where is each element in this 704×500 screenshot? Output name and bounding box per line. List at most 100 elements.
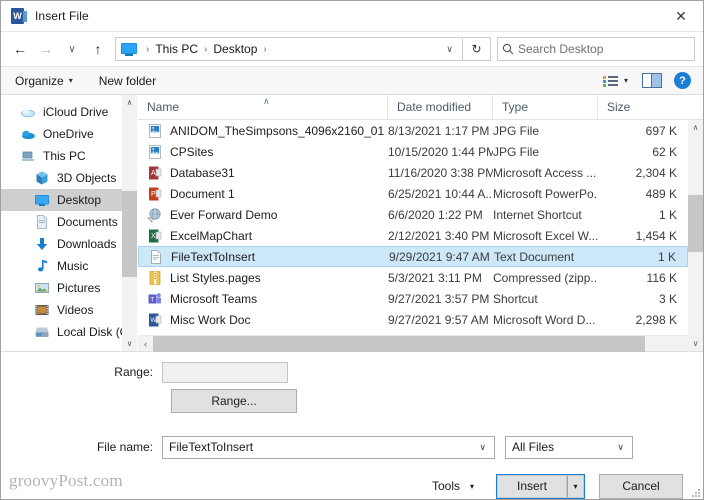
file-date-cell: 5/3/2021 3:11 PM [388, 271, 493, 285]
organize-button[interactable]: Organize ▾ [15, 67, 81, 94]
file-size-cell: 3 K [598, 292, 688, 306]
column-label: Type [502, 100, 528, 114]
file-name-cell: P Document 1 [138, 186, 388, 202]
chevron-down-icon: ▾ [69, 76, 73, 85]
sidebar-item-onedrive[interactable]: OneDrive [1, 123, 137, 145]
powerpoint-file-icon: P [147, 186, 163, 202]
filename-row: File name: FileTextToInsert ∨ All Files … [1, 435, 703, 459]
preview-pane-icon[interactable] [642, 73, 662, 88]
view-options-icon[interactable] [601, 73, 619, 89]
address-bar[interactable]: › This PC › Desktop › ∨ [115, 37, 463, 61]
chevron-down-icon[interactable]: ∨ [471, 442, 494, 453]
column-header-date-modified[interactable]: Date modified [388, 95, 493, 119]
3d-objects-icon [34, 170, 50, 186]
navigation-bar: ← → ∨ ↑ › This PC › Desktop › ∨ ↻ Search… [1, 32, 703, 66]
file-date-cell: 6/25/2021 10:44 A... [388, 187, 493, 201]
sidebar-scrollbar[interactable]: ∧ ∨ [122, 95, 137, 351]
recent-locations-button[interactable]: ∨ [59, 36, 85, 62]
filename-label: File name: [1, 440, 162, 454]
sidebar-item-local-disk-c[interactable]: Local Disk (C:) [1, 321, 137, 343]
range-input[interactable] [162, 362, 288, 383]
search-input[interactable]: Search Desktop [518, 42, 603, 56]
file-name-cell: Ever Forward Demo [138, 207, 388, 223]
scroll-up-icon[interactable]: ∧ [688, 120, 703, 135]
new-folder-button[interactable]: New folder [81, 67, 164, 94]
horizontal-scrollbar[interactable]: ‹ › [138, 335, 703, 351]
help-icon[interactable]: ? [674, 72, 691, 89]
scroll-up-icon[interactable]: ∧ [122, 95, 137, 110]
file-scroll-track[interactable] [688, 135, 703, 336]
column-header-size[interactable]: Size [598, 95, 688, 119]
column-header-type[interactable]: Type [493, 95, 598, 119]
sidebar-scroll-thumb[interactable] [122, 191, 137, 277]
sidebar-item-label: Documents [57, 215, 118, 229]
sidebar-item-label: OneDrive [43, 127, 94, 141]
table-row[interactable]: A Database31 11/16/2020 3:38 PM Microsof… [138, 162, 688, 183]
file-type-cell: Shortcut [493, 292, 598, 306]
resize-grip[interactable] [690, 487, 700, 497]
file-name-cell: CPSites [138, 144, 388, 160]
organize-label: Organize [15, 74, 64, 88]
file-scroll-thumb[interactable] [688, 195, 703, 251]
file-date-cell: 11/16/2020 3:38 PM [388, 166, 493, 180]
scroll-down-icon[interactable]: ∨ [122, 336, 137, 351]
forward-button[interactable]: → [33, 36, 59, 62]
horizontal-scroll-thumb[interactable] [153, 336, 645, 352]
sidebar-item-videos[interactable]: Videos [1, 299, 137, 321]
breadcrumb-this-pc[interactable]: This PC [154, 42, 199, 56]
file-size-cell: 2,298 K [598, 313, 688, 327]
scroll-down-icon[interactable]: ∨ [688, 336, 703, 351]
insert-dropdown-icon[interactable]: ▾ [567, 475, 584, 498]
table-row[interactable]: W Misc Work Doc 9/27/2021 9:57 AM Micros… [138, 309, 688, 330]
file-list-scrollbar[interactable]: ∧ ∨ [688, 120, 703, 351]
search-box[interactable]: Search Desktop [497, 37, 695, 61]
file-name-label: ExcelMapChart [170, 229, 252, 243]
file-size-cell: 62 K [598, 145, 688, 159]
sidebar-item-3d-objects[interactable]: 3D Objects [1, 167, 137, 189]
table-row[interactable]: X ExcelMapChart 2/12/2021 3:40 PM Micros… [138, 225, 688, 246]
table-row[interactable]: ANIDOM_TheSimpsons_4096x2160_01 8/13/202… [138, 120, 688, 141]
table-row[interactable]: CPSites 10/15/2020 1:44 PM JPG File 62 K [138, 141, 688, 162]
table-row[interactable]: Ever Forward Demo 6/6/2020 1:22 PM Inter… [138, 204, 688, 225]
insert-split-button[interactable]: Insert ▾ [496, 474, 585, 499]
onedrive-icon [20, 126, 36, 142]
breadcrumb-desktop[interactable]: Desktop [212, 42, 258, 56]
file-date-cell: 8/13/2021 1:17 PM [388, 124, 493, 138]
sidebar-item-documents[interactable]: Documents [1, 211, 137, 233]
sidebar-item-this-pc[interactable]: This PC [1, 145, 137, 167]
sidebar-item-icloud-drive[interactable]: iCloud Drive [1, 101, 137, 123]
table-row[interactable]: List Styles.pages 5/3/2021 3:11 PM Compr… [138, 267, 688, 288]
chevron-down-icon[interactable]: ▾ [622, 76, 638, 85]
horizontal-scroll-track[interactable] [153, 336, 688, 352]
insert-button[interactable]: Insert [497, 475, 567, 498]
close-icon[interactable]: ✕ [659, 1, 703, 31]
sidebar-item-music[interactable]: Music [1, 255, 137, 277]
file-type-cell: Internet Shortcut [493, 208, 598, 222]
back-button[interactable]: ← [7, 36, 33, 62]
up-button[interactable]: ↑ [85, 36, 111, 62]
teams-icon: T [147, 291, 163, 307]
sidebar-item-downloads[interactable]: Downloads [1, 233, 137, 255]
chevron-down-icon[interactable]: ∨ [437, 44, 462, 55]
file-type-filter[interactable]: All Files ∨ [505, 436, 633, 459]
word-icon: W [11, 8, 27, 24]
column-header-name[interactable]: Name ∧ [138, 95, 388, 119]
table-row[interactable]: FileTextToInsert 9/29/2021 9:47 AM Text … [138, 246, 688, 267]
cancel-button[interactable]: Cancel [599, 474, 683, 499]
table-row[interactable]: Mockuuups Studio 8/3/2017 9:13 AM Shortc… [138, 330, 688, 335]
scroll-left-icon[interactable]: ‹ [138, 339, 153, 349]
table-row[interactable]: P Document 1 6/25/2021 10:44 A... Micros… [138, 183, 688, 204]
filename-input[interactable]: FileTextToInsert ∨ [162, 436, 495, 459]
refresh-button[interactable]: ↻ [463, 37, 491, 61]
chevron-down-icon[interactable]: ∨ [609, 442, 632, 453]
sidebar-item-pictures[interactable]: Pictures [1, 277, 137, 299]
file-type-cell: JPG File [493, 145, 598, 159]
file-size-cell: 1 K [599, 250, 687, 264]
sidebar-scroll-track[interactable] [122, 110, 137, 336]
range-button[interactable]: Range... [171, 389, 297, 413]
table-row[interactable]: T Microsoft Teams 9/27/2021 3:57 PM Shor… [138, 288, 688, 309]
tools-button[interactable]: Tools ▾ [432, 479, 474, 493]
breadcrumb-separator: › [258, 44, 271, 55]
column-label: Name [147, 100, 179, 114]
sidebar-item-desktop[interactable]: Desktop [1, 189, 137, 211]
